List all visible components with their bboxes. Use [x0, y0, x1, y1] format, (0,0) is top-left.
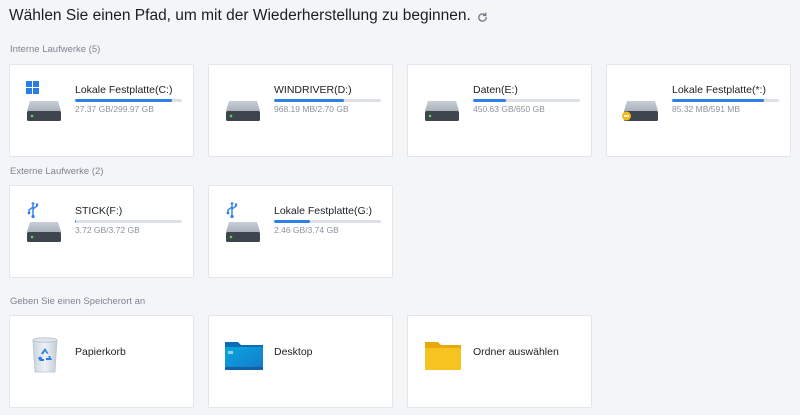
drive-size: 450.63 GB/650 GB: [473, 104, 545, 114]
drive-name: Lokale Festplatte(C:): [75, 84, 173, 96]
usage-bar: [75, 220, 182, 223]
external-drives-label: Externe Laufwerke (2): [10, 166, 104, 177]
drive-size: 2.46 GB/3.74 GB: [274, 225, 339, 235]
drive-card-g[interactable]: Lokale Festplatte(G:) 2.46 GB/3.74 GB: [208, 185, 393, 278]
hard-drive-icon: [226, 101, 260, 121]
usb-drive-icon: [27, 202, 61, 242]
drive-card-f[interactable]: STICK(F:) 3.72 GB/3.72 GB: [9, 185, 194, 278]
drive-name: Daten(E:): [473, 84, 518, 96]
drive-size: 968.19 MB/2.70 GB: [274, 104, 349, 114]
usage-bar-fill: [473, 99, 507, 102]
header: Wählen Sie einen Pfad, um mit der Wieder…: [9, 5, 488, 27]
usage-bar: [274, 99, 381, 102]
drive-card-c[interactable]: Lokale Festplatte(C:) 27.37 GB/299.97 GB: [9, 64, 194, 157]
windows-drive-icon: [26, 81, 61, 121]
drive-name: STICK(F:): [75, 205, 123, 217]
recycle-bin-icon: [32, 337, 58, 373]
hard-drive-icon: [425, 101, 459, 121]
location-card-desktop[interactable]: Desktop: [208, 315, 393, 408]
drive-name: WINDRIVER(D:): [274, 84, 352, 96]
drive-size: 85.32 MB/591 MB: [672, 104, 741, 114]
refresh-icon[interactable]: [477, 12, 488, 23]
drive-name: Lokale Festplatte(*:): [672, 84, 766, 96]
drive-size: 27.37 GB/299.97 GB: [75, 104, 154, 114]
internal-drives-label: Interne Laufwerke (5): [10, 44, 101, 55]
usb-drive-icon: [226, 202, 260, 242]
drive-card-d[interactable]: WINDRIVER(D:) 968.19 MB/2.70 GB: [208, 64, 393, 157]
location-name: Desktop: [274, 346, 313, 358]
drive-name: Lokale Festplatte(G:): [274, 205, 373, 217]
usage-bar: [672, 99, 779, 102]
usage-bar: [473, 99, 580, 102]
location-name: Ordner auswählen: [473, 346, 559, 358]
desktop-folder-icon: [225, 342, 263, 370]
location-name: Papierkorb: [75, 346, 126, 358]
usage-bar-fill: [274, 99, 344, 102]
usage-bar-fill: [274, 220, 311, 223]
usage-bar-fill: [75, 99, 173, 102]
drive-card-lost[interactable]: Lokale Festplatte(*:) 85.32 MB/591 MB: [606, 64, 791, 157]
location-card-recycle-bin[interactable]: Papierkorb: [9, 315, 194, 408]
page-title: Wählen Sie einen Pfad, um mit der Wieder…: [9, 7, 471, 24]
usage-bar-fill: [75, 220, 77, 223]
locations-label: Geben Sie einen Speicherort an: [10, 296, 146, 307]
drive-card-e[interactable]: Daten(E:) 450.63 GB/650 GB: [407, 64, 592, 157]
usage-bar: [274, 220, 381, 223]
lost-partition-drive-icon: [622, 101, 658, 121]
folder-icon: [425, 342, 461, 370]
location-card-folder[interactable]: Ordner auswählen: [407, 315, 592, 408]
usage-bar: [75, 99, 182, 102]
usage-bar-fill: [672, 99, 765, 102]
drive-size: 3.72 GB/3.72 GB: [75, 225, 140, 235]
